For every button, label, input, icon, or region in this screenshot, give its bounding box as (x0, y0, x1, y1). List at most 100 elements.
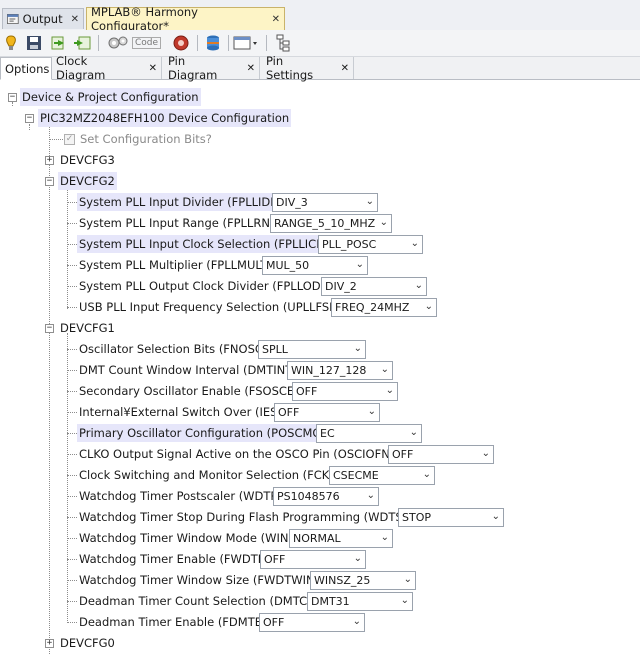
tree-device[interactable]: PIC32MZ2048EFH100 Device Configuration (38, 109, 292, 127)
setting-dropdown[interactable]: FREQ_24MHZ ⌄ (331, 298, 437, 317)
toolbar-separator (228, 35, 229, 51)
close-icon[interactable]: ✕ (272, 14, 280, 25)
close-icon[interactable]: ✕ (71, 14, 79, 25)
save-icon (27, 36, 41, 50)
tree-connector (67, 580, 77, 581)
setting-dropdown[interactable]: WIN_127_128 ⌄ (287, 361, 393, 380)
tab-pin-settings[interactable]: Pin Settings ✕ (262, 54, 354, 82)
collapse-icon[interactable]: − (45, 177, 54, 186)
dropdown-value: STOP (402, 511, 431, 524)
close-icon[interactable]: ✕ (247, 63, 255, 74)
tab-harmony-configurator[interactable]: MPLAB® Harmony Configurator* ✕ (86, 5, 285, 33)
close-icon[interactable]: ✕ (149, 63, 157, 74)
dropdown-value: MUL_50 (266, 259, 310, 272)
setting-dropdown[interactable]: MUL_50 ⌄ (262, 256, 368, 275)
tree-devcfg3[interactable]: DEVCFG3 (58, 151, 117, 169)
set-config-bits-checkbox[interactable]: ✓ (64, 134, 75, 145)
tab-harmony-label: MPLAB® Harmony Configurator* (91, 5, 198, 33)
database-button[interactable] (202, 33, 224, 53)
dropdown-value: DIV_2 (325, 280, 357, 293)
dropdown-value: OFF (392, 448, 414, 461)
tab-options-label: Options (5, 61, 50, 76)
editor-tab-bar: Output ✕ MPLAB® Harmony Configurator* ✕ (0, 0, 640, 33)
setting-dropdown[interactable]: DMT31 ⌄ (307, 592, 413, 611)
setting-label: Watchdog Timer Stop During Flash Program… (79, 510, 433, 524)
setting-dropdown[interactable]: SPLL ⌄ (258, 340, 366, 359)
settings-button[interactable] (170, 33, 192, 53)
setting-dropdown[interactable]: EC ⌄ (316, 424, 422, 443)
tab-options[interactable]: Options (0, 57, 52, 80)
tab-pin-settings-label: Pin Settings (266, 54, 314, 82)
setting-dropdown[interactable]: OFF ⌄ (260, 550, 366, 569)
tab-output-label: Output (22, 12, 63, 26)
database-icon (207, 35, 219, 51)
tree-connector (67, 454, 77, 455)
import-button[interactable] (50, 33, 70, 53)
tree-connector (67, 622, 77, 623)
window-layout-dropdown[interactable] (232, 33, 260, 53)
setting-dropdown[interactable]: OFF ⌄ (388, 445, 494, 464)
collapse-icon[interactable]: − (45, 324, 54, 333)
collapse-icon[interactable]: − (8, 93, 17, 102)
setting-dropdown[interactable]: OFF ⌄ (274, 403, 380, 422)
tree-connector (67, 475, 77, 476)
generate-code-button[interactable]: Code (104, 33, 164, 53)
toolbar-separator (266, 35, 267, 51)
tab-pin-diagram[interactable]: Pin Diagram ✕ (164, 54, 260, 82)
chevron-down-icon: ⌄ (403, 574, 412, 585)
tree-connector (67, 559, 77, 560)
expand-icon[interactable]: + (45, 156, 54, 165)
dropdown-value: FREQ_24MHZ (335, 301, 410, 314)
chevron-down-icon: ⌄ (409, 427, 418, 438)
tree-connector (67, 433, 77, 434)
chevron-down-icon: ⌄ (379, 217, 388, 228)
close-icon[interactable]: ✕ (341, 63, 349, 74)
chevron-down-icon: ⌄ (481, 448, 490, 459)
dropdown-value: CSECME (333, 469, 379, 482)
dropdown-value: OFF (264, 553, 286, 566)
dropdown-value: OFF (296, 385, 318, 398)
chevron-down-icon: ⌄ (424, 301, 433, 312)
setting-dropdown[interactable]: STOP ⌄ (398, 508, 504, 527)
export-button[interactable] (72, 33, 92, 53)
setting-label: CLKO Output Signal Active on the OSCO Pi… (79, 447, 403, 461)
tree-connector (67, 265, 77, 266)
setting-dropdown[interactable]: WINSZ_25 ⌄ (310, 571, 416, 590)
tree-root[interactable]: Device & Project Configuration (20, 88, 201, 106)
tree-devcfg0[interactable]: DEVCFG0 (58, 634, 117, 652)
collapse-icon[interactable]: − (25, 114, 34, 123)
dropdown-value: WIN_127_128 (291, 364, 367, 377)
dropdown-value: NORMAL (293, 532, 341, 545)
setting-dropdown[interactable]: NORMAL ⌄ (289, 529, 393, 548)
setting-dropdown[interactable]: RANGE_5_10_MHZ ⌄ (270, 214, 392, 233)
chevron-down-icon: ⌄ (353, 553, 362, 564)
setting-label: Primary Oscillator Configuration (POSCMO… (77, 424, 337, 442)
configuration-icon[interactable] (4, 33, 18, 53)
chevron-down-icon: ⌄ (365, 196, 374, 207)
dropdown-value: DIV_3 (276, 196, 308, 209)
setting-dropdown[interactable]: OFF ⌄ (292, 382, 398, 401)
save-button[interactable] (24, 33, 44, 53)
tab-clock-diagram[interactable]: Clock Diagram ✕ (52, 54, 162, 82)
chevron-down-icon: ⌄ (355, 259, 364, 270)
setting-dropdown[interactable]: OFF ⌄ (259, 613, 365, 632)
setting-dropdown[interactable]: CSECME ⌄ (329, 466, 435, 485)
tree-connector (67, 223, 77, 224)
setting-label: System PLL Input Range (FPLLRNG) (79, 216, 284, 230)
tree-connector (67, 496, 77, 497)
setting-dropdown[interactable]: DIV_2 ⌄ (321, 277, 427, 296)
setting-label: System PLL Input Divider (FPLLIDIV) (77, 193, 289, 211)
setting-dropdown[interactable]: PS1048576 ⌄ (273, 487, 379, 506)
setting-dropdown[interactable]: DIV_3 ⌄ (272, 193, 378, 212)
setting-label: Watchdog Timer Enable (FWDTEN) (79, 552, 279, 566)
tree-devcfg2[interactable]: DEVCFG2 (58, 172, 117, 190)
dropdown-value: EC (320, 427, 335, 440)
chevron-down-icon: ⌄ (410, 238, 419, 249)
tree-connector (67, 186, 68, 309)
setting-label: Clock Switching and Monitor Selection (F… (79, 468, 352, 482)
setting-dropdown[interactable]: PLL_POSC ⌄ (318, 235, 423, 254)
tree-view-button[interactable] (272, 33, 294, 53)
expand-icon[interactable]: + (45, 639, 54, 648)
tab-output[interactable]: Output ✕ (2, 8, 84, 29)
tree-devcfg1[interactable]: DEVCFG1 (58, 319, 117, 337)
